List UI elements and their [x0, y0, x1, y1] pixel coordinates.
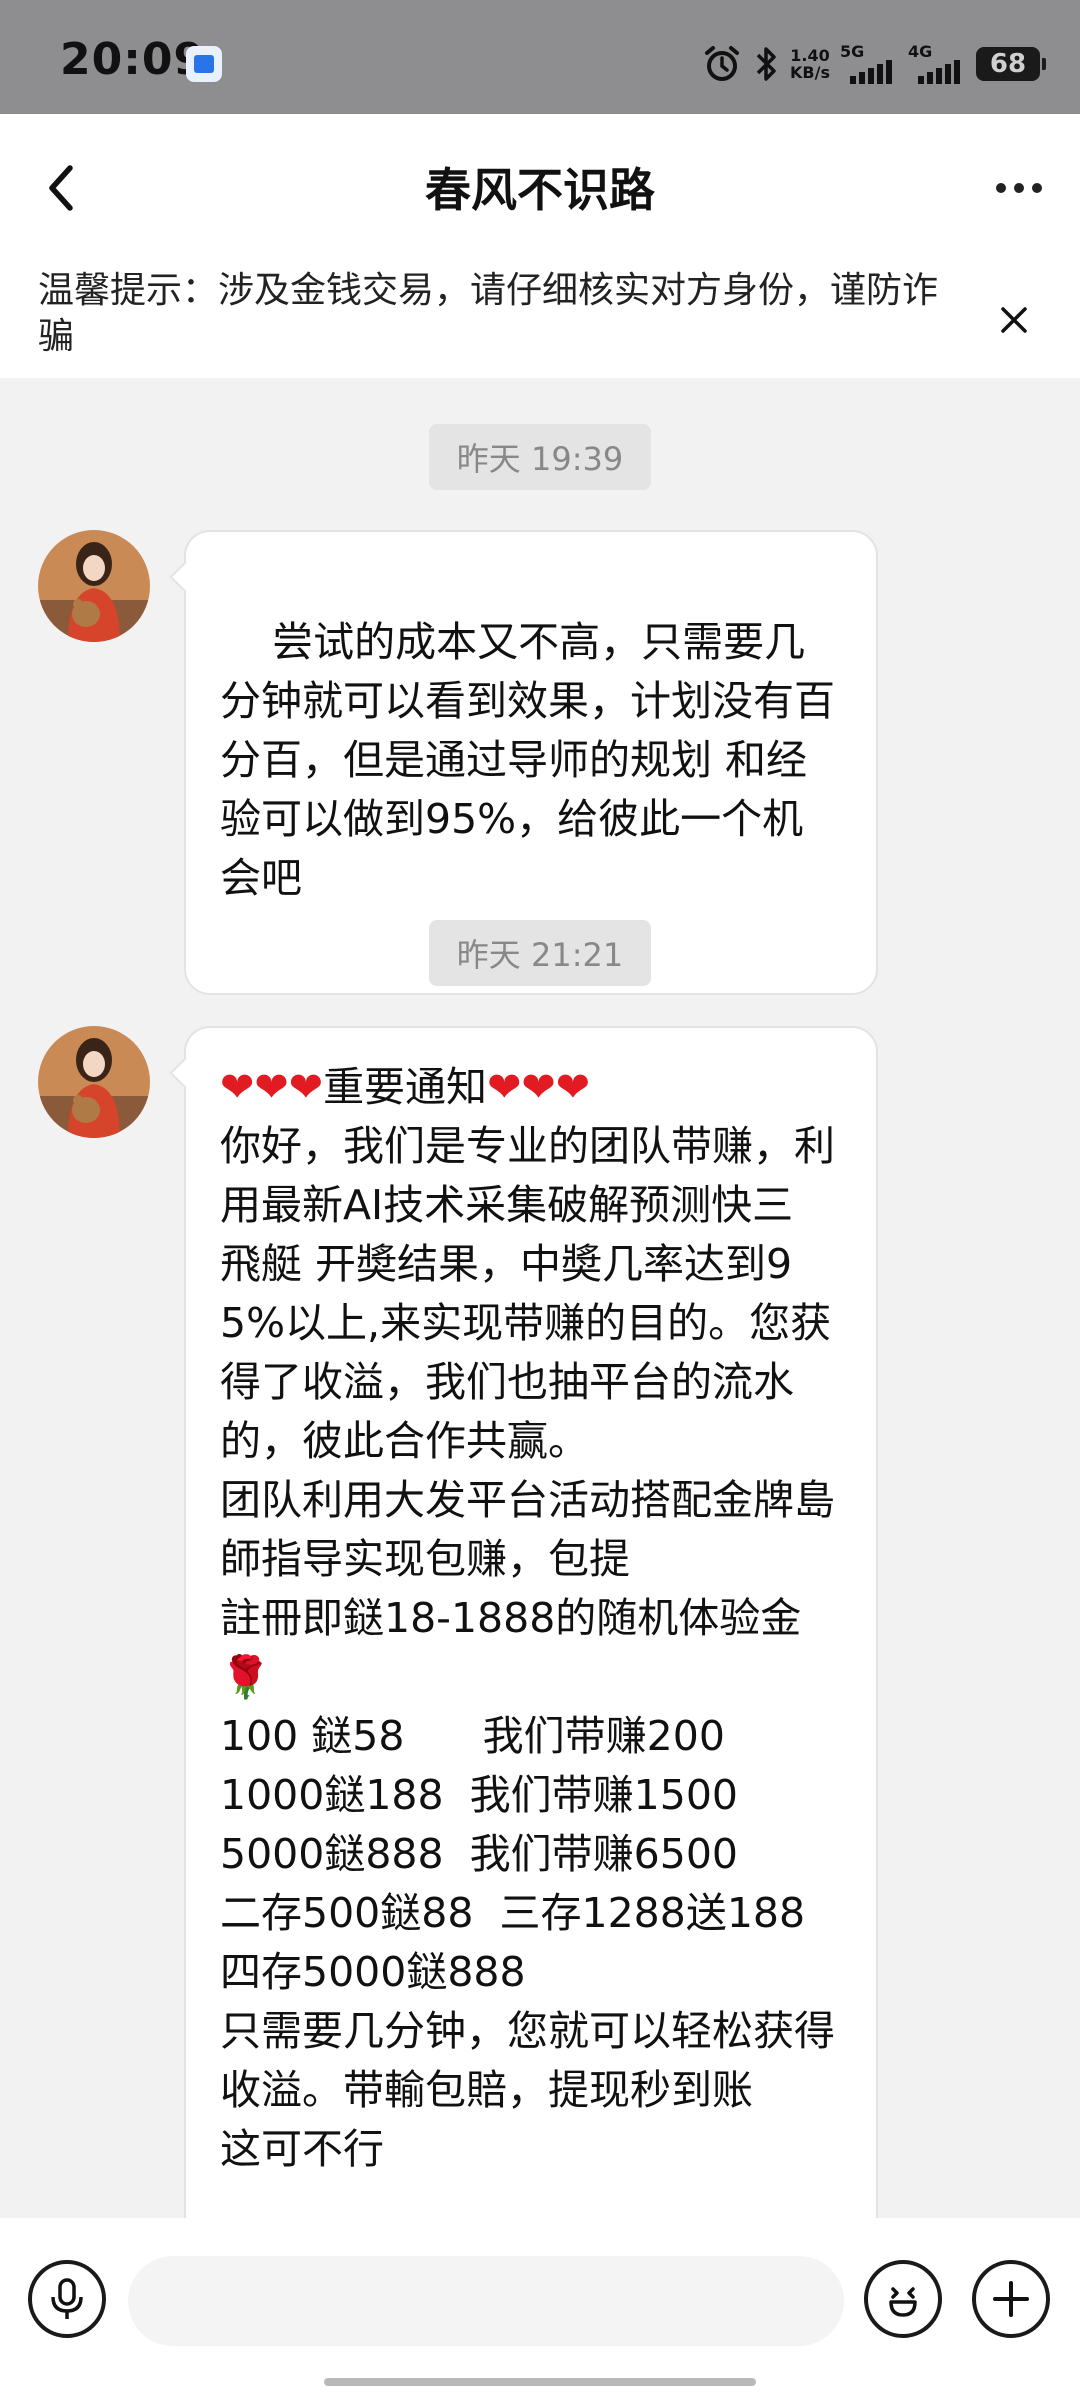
avatar-image: [38, 530, 150, 642]
message-timestamp: 昨天 19:39: [0, 424, 1080, 490]
heart-emoji: ❤❤❤: [220, 1063, 324, 1111]
nav-bar: 春风不识路: [0, 114, 1080, 260]
emoji-button[interactable]: [864, 2260, 942, 2338]
input-bar: [0, 2218, 1080, 2392]
speed-unit: KB/s: [790, 63, 830, 82]
message-timestamp: 昨天 21:21: [0, 920, 1080, 986]
avatar[interactable]: [38, 1026, 150, 1138]
home-indicator[interactable]: [324, 2378, 756, 2386]
message-heading: 重要通知: [323, 1063, 488, 1111]
more-icon-dot: [1032, 183, 1042, 193]
battery-icon: 68: [976, 47, 1046, 81]
add-button[interactable]: [972, 2260, 1050, 2338]
signal-icon: 5G: [840, 42, 898, 84]
message-input[interactable]: [128, 2256, 844, 2346]
timestamp-label: 昨天 19:39: [428, 424, 652, 490]
heart-emoji: ❤❤❤: [487, 1063, 591, 1111]
status-icons: 1.40 KB/s 5G 4G 68: [702, 38, 1046, 90]
more-icon-dot: [1014, 183, 1024, 193]
net-type-4g: 4G: [908, 42, 933, 61]
speed-value: 1.40: [790, 46, 830, 65]
network-speed: 1.40 KB/s: [790, 47, 830, 81]
alarm-icon: [705, 46, 740, 81]
message-text: 尝试的成本又不高，只需要几分钟就可以看到效果，计划没有百分百，但是通过导师的规划…: [220, 618, 835, 902]
message-bubble[interactable]: ❤❤❤重要通知❤❤❤ 你好，我们是专业的团队带赚，利用最新AI技术采集破解预测快…: [184, 1026, 878, 2218]
avatar[interactable]: [38, 530, 150, 642]
close-icon: [1001, 307, 1027, 333]
more-icon: [996, 183, 1006, 193]
timestamp-label: 昨天 21:21: [428, 920, 652, 986]
fraud-warning-text: 温馨提示：涉及金钱交易，请仔细核实对方身份，谨防诈骗: [38, 270, 939, 357]
battery-level: 68: [989, 49, 1027, 79]
emoji-icon: [889, 2287, 917, 2317]
voice-icon: [51, 2278, 83, 2319]
add-icon: [993, 2281, 1029, 2317]
voice-button[interactable]: [28, 2260, 106, 2338]
app-notification-icon: [186, 46, 222, 82]
status-bar: 20:09 1.40 KB/s 5G 4G 68: [0, 0, 1080, 114]
message-text: 你好，我们是专业的团队带赚，利用最新AI技术采集破解预测快三 飛艇 开奬结果，中…: [220, 1122, 835, 2173]
signal-icon-2: 4G: [908, 42, 966, 84]
status-time: 20:09: [60, 34, 206, 85]
net-type-5g: 5G: [840, 42, 865, 61]
close-notice-button[interactable]: [984, 290, 1044, 350]
fraud-warning-banner: 温馨提示：涉及金钱交易，请仔细核实对方身份，谨防诈骗: [0, 260, 1080, 378]
avatar-image: [38, 1026, 150, 1138]
page-title: 春风不识路: [425, 163, 655, 217]
chat-area[interactable]: 昨天 19:39 尝试的成本又不高，只需要几分钟就可以看到效果，计划没有百分百，…: [0, 378, 1080, 2218]
bluetooth-icon: [756, 47, 776, 81]
more-button[interactable]: [986, 158, 1052, 218]
